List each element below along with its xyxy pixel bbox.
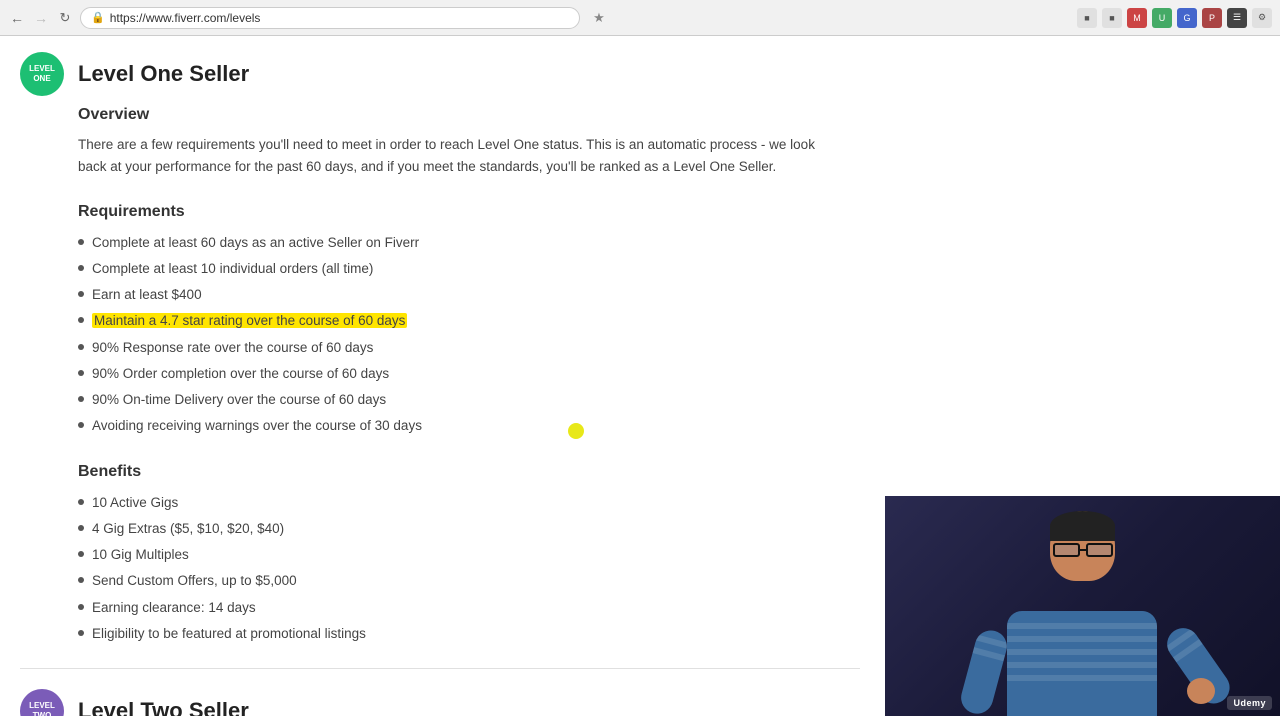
person-arm-left	[958, 627, 1011, 716]
back-button[interactable]: ←	[8, 9, 26, 27]
bullet-icon	[78, 630, 84, 636]
level-one-badge: LEVEL ONE	[20, 52, 64, 96]
bullet-icon	[78, 551, 84, 557]
page-content: LEVEL ONE Level One Seller Overview Ther…	[0, 36, 1280, 716]
ext-icon-2[interactable]: ■	[1102, 8, 1122, 28]
cursor-indicator	[568, 423, 584, 439]
reload-button[interactable]: ↻	[56, 9, 74, 27]
req-item: Complete at least 10 individual orders (…	[78, 259, 860, 279]
benefits-section: Benefits 10 Active Gigs 4 Gig Extras ($5…	[78, 463, 860, 645]
url-text: https://www.fiverr.com/levels	[110, 11, 261, 25]
ext-icon-6[interactable]: P	[1202, 8, 1222, 28]
bullet-icon	[78, 577, 84, 583]
benefits-list: 10 Active Gigs 4 Gig Extras ($5, $10, $2…	[78, 493, 860, 645]
bullet-icon	[78, 525, 84, 531]
ext-icon-4[interactable]: U	[1152, 8, 1172, 28]
requirements-heading: Requirements	[78, 203, 860, 221]
bullet-icon	[78, 604, 84, 610]
req-item: Avoiding receiving warnings over the cou…	[78, 416, 860, 436]
forward-button[interactable]: →	[32, 9, 50, 27]
req-item: 90% Response rate over the course of 60 …	[78, 338, 860, 358]
benefit-item: Eligibility to be featured at promotiona…	[78, 624, 860, 644]
req-item: Complete at least 60 days as an active S…	[78, 233, 860, 253]
req-item: 90% Order completion over the course of …	[78, 364, 860, 384]
requirements-section: Requirements Complete at least 60 days a…	[78, 203, 860, 437]
udemy-badge: Udemy	[1227, 696, 1272, 710]
bullet-icon	[78, 396, 84, 402]
benefit-item: Earning clearance: 14 days	[78, 598, 860, 618]
bullet-icon	[78, 344, 84, 350]
address-bar[interactable]: 🔒 https://www.fiverr.com/levels	[80, 7, 580, 29]
overview-text: There are a few requirements you'll need…	[78, 134, 828, 179]
bullet-icon	[78, 265, 84, 271]
benefits-heading: Benefits	[78, 463, 860, 481]
benefit-item: 4 Gig Extras ($5, $10, $20, $40)	[78, 519, 860, 539]
level-two-title: Level Two Seller	[78, 698, 249, 716]
req-item-highlighted: Maintain a 4.7 star rating over the cour…	[78, 311, 860, 331]
person-hair	[1050, 511, 1115, 541]
level-two-badge: LEVEL TWO	[20, 689, 64, 716]
benefit-item: 10 Active Gigs	[78, 493, 860, 513]
lock-icon: 🔒	[91, 11, 105, 24]
ext-icon-3[interactable]: M	[1127, 8, 1147, 28]
ext-icon-5[interactable]: G	[1177, 8, 1197, 28]
bullet-icon	[78, 499, 84, 505]
ext-icon-8[interactable]: ⚙	[1252, 8, 1272, 28]
overview-heading: Overview	[78, 106, 860, 124]
video-overlay: Udemy	[885, 496, 1280, 716]
req-item: Earn at least $400	[78, 285, 860, 305]
ext-icon-7[interactable]: ☰	[1227, 8, 1247, 28]
bullet-icon	[78, 422, 84, 428]
level-one-title: Level One Seller	[78, 61, 249, 87]
bullet-icon	[78, 291, 84, 297]
ext-icon-1[interactable]: ■	[1077, 8, 1097, 28]
bullet-icon	[78, 239, 84, 245]
bullet-icon	[78, 370, 84, 376]
benefit-item: 10 Gig Multiples	[78, 545, 860, 565]
section-divider	[20, 668, 860, 669]
browser-bar: ← → ↻ 🔒 https://www.fiverr.com/levels ★ …	[0, 0, 1280, 36]
person-body	[1007, 611, 1157, 716]
req-item: 90% On-time Delivery over the course of …	[78, 390, 860, 410]
person-hand-right	[1187, 678, 1215, 704]
bullet-icon	[78, 317, 84, 323]
requirements-list: Complete at least 60 days as an active S…	[78, 233, 860, 437]
person-glasses	[1053, 543, 1113, 559]
benefit-item: Send Custom Offers, up to $5,000	[78, 571, 860, 591]
star-icon[interactable]: ★	[590, 9, 608, 27]
